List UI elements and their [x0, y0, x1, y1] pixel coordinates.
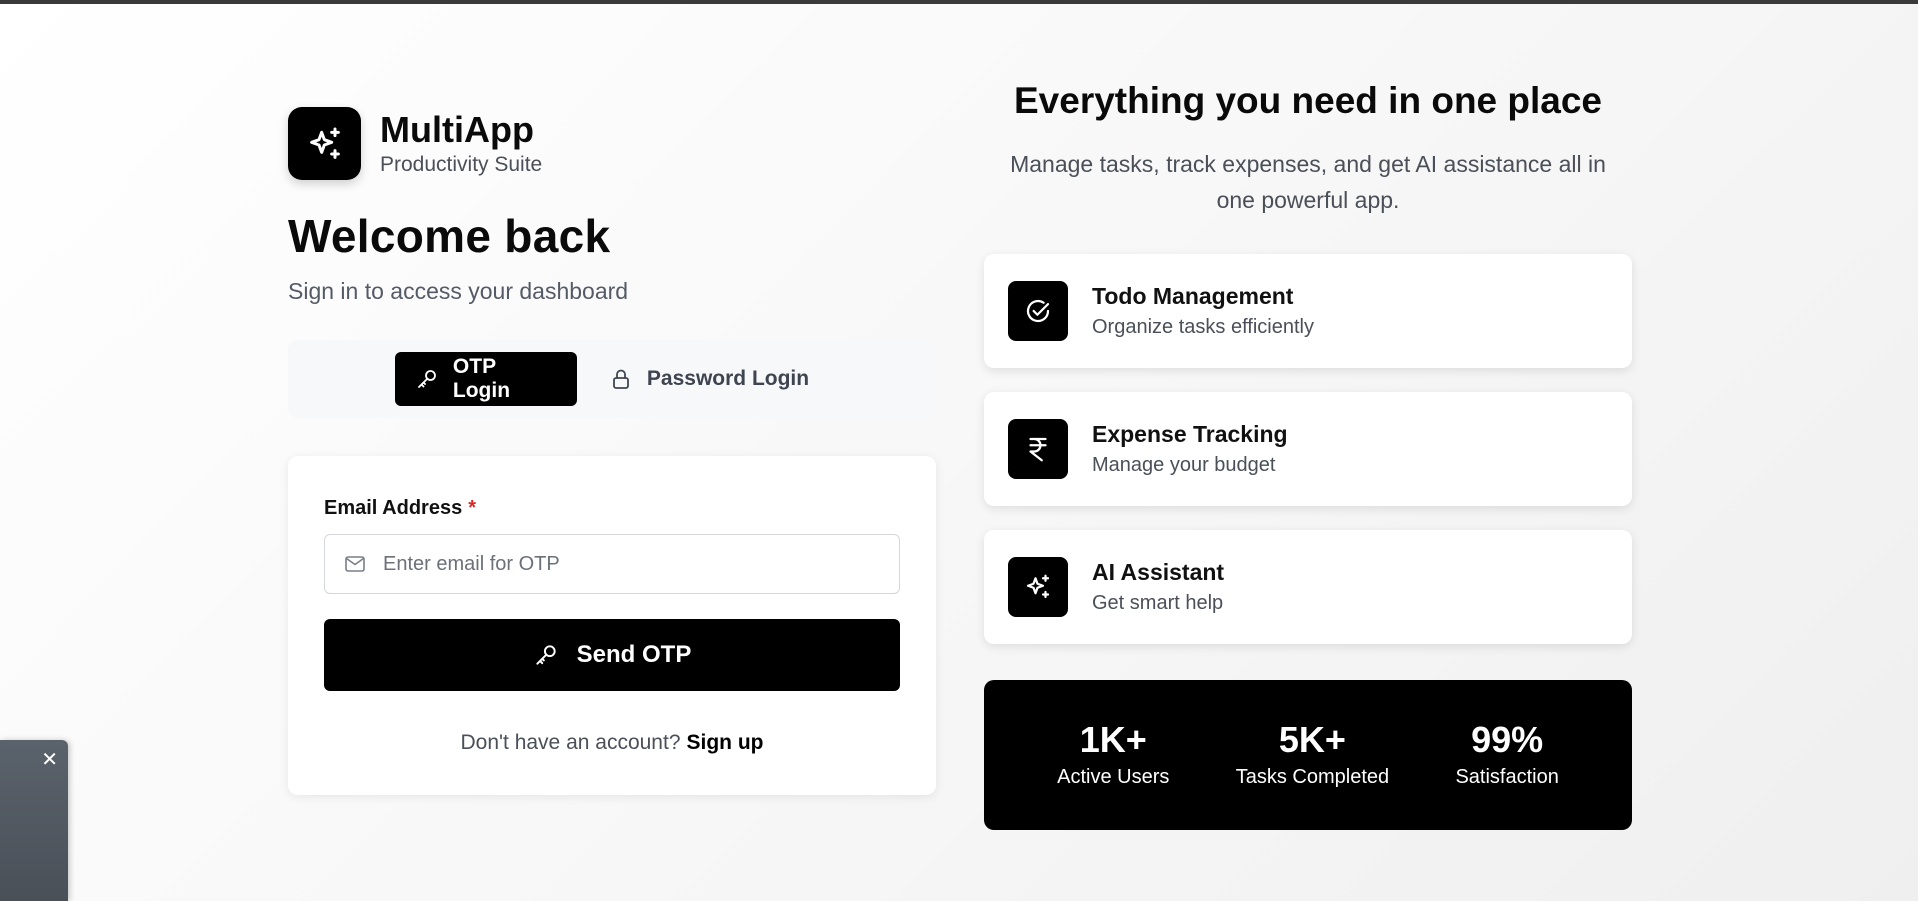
- brand-subtitle: Productivity Suite: [380, 152, 543, 176]
- feature-description: Get smart help: [1092, 592, 1224, 614]
- stat-value: 5K+: [1278, 719, 1346, 760]
- stat-label: Satisfaction: [1455, 766, 1559, 788]
- page-title: Welcome back: [288, 210, 611, 262]
- tab-otp-login[interactable]: OTP Login: [394, 352, 577, 406]
- email-label-text: Email Address: [324, 497, 463, 519]
- send-otp-label: Send OTP: [576, 641, 692, 668]
- brand-name: MultiApp: [380, 108, 534, 150]
- hero-title: Everything you need in one place: [1013, 80, 1603, 121]
- floating-widget[interactable]: ✕: [0, 740, 68, 901]
- feature-card-todo: Todo Management Organize tasks efficient…: [984, 254, 1632, 368]
- key-icon: [533, 642, 559, 668]
- stat-active-users: 1K+ Active Users: [1057, 719, 1169, 791]
- stat-label: Active Users: [1057, 766, 1170, 788]
- login-method-tabs: OTP Login Password Login: [288, 340, 936, 418]
- rupee-icon: [1008, 419, 1068, 479]
- lock-icon: [609, 367, 633, 391]
- otp-login-form: Email Address* Send OTP Don't have an ac…: [288, 456, 936, 795]
- stat-satisfaction: 99% Satisfaction: [1455, 719, 1558, 791]
- stat-value: 99%: [1471, 719, 1544, 760]
- feature-description: Manage your budget: [1092, 454, 1276, 476]
- feature-title: AI Assistant: [1092, 559, 1225, 585]
- tab-label: Password Login: [646, 367, 810, 390]
- email-input[interactable]: [383, 552, 863, 576]
- key-icon: [415, 367, 439, 391]
- feature-title: Todo Management: [1092, 283, 1294, 309]
- feature-title: Expense Tracking: [1092, 421, 1288, 447]
- close-icon[interactable]: ✕: [41, 750, 58, 770]
- required-marker: *: [468, 497, 476, 519]
- feature-card-expense: Expense Tracking Manage your budget: [984, 392, 1632, 506]
- signup-link[interactable]: Sign up: [687, 731, 764, 754]
- top-border: [0, 0, 1918, 4]
- login-panel: MultiApp Productivity Suite Welcome back…: [288, 107, 936, 795]
- signup-prompt: Don't have an account? Sign up: [324, 731, 900, 755]
- check-circle-icon: [1008, 281, 1068, 341]
- stat-tasks-completed: 5K+ Tasks Completed: [1236, 719, 1389, 791]
- stat-value: 1K+: [1079, 719, 1147, 760]
- brand-header: MultiApp Productivity Suite: [288, 107, 936, 180]
- stat-label: Tasks Completed: [1235, 766, 1390, 788]
- hero-subtitle: Manage tasks, track expenses, and get AI…: [1010, 151, 1606, 213]
- features-panel: Everything you need in one place Manage …: [984, 78, 1632, 830]
- tab-label: OTP Login: [452, 355, 511, 402]
- mail-icon: [343, 552, 367, 576]
- email-field[interactable]: [324, 534, 900, 594]
- feature-card-ai: AI Assistant Get smart help: [984, 530, 1632, 644]
- feature-description: Organize tasks efficiently: [1092, 316, 1314, 338]
- feature-list: Todo Management Organize tasks efficient…: [984, 254, 1632, 644]
- signup-prompt-text: Don't have an account?: [460, 731, 681, 754]
- tab-password-login[interactable]: Password Login: [589, 352, 829, 406]
- page-subtitle: Sign in to access your dashboard: [288, 278, 629, 304]
- send-otp-button[interactable]: Send OTP: [324, 619, 900, 691]
- stats-banner: 1K+ Active Users 5K+ Tasks Completed 99%…: [984, 680, 1632, 830]
- sparkles-icon: [288, 107, 361, 180]
- email-label: Email Address *: [324, 496, 900, 520]
- sparkles-icon: [1008, 557, 1068, 617]
